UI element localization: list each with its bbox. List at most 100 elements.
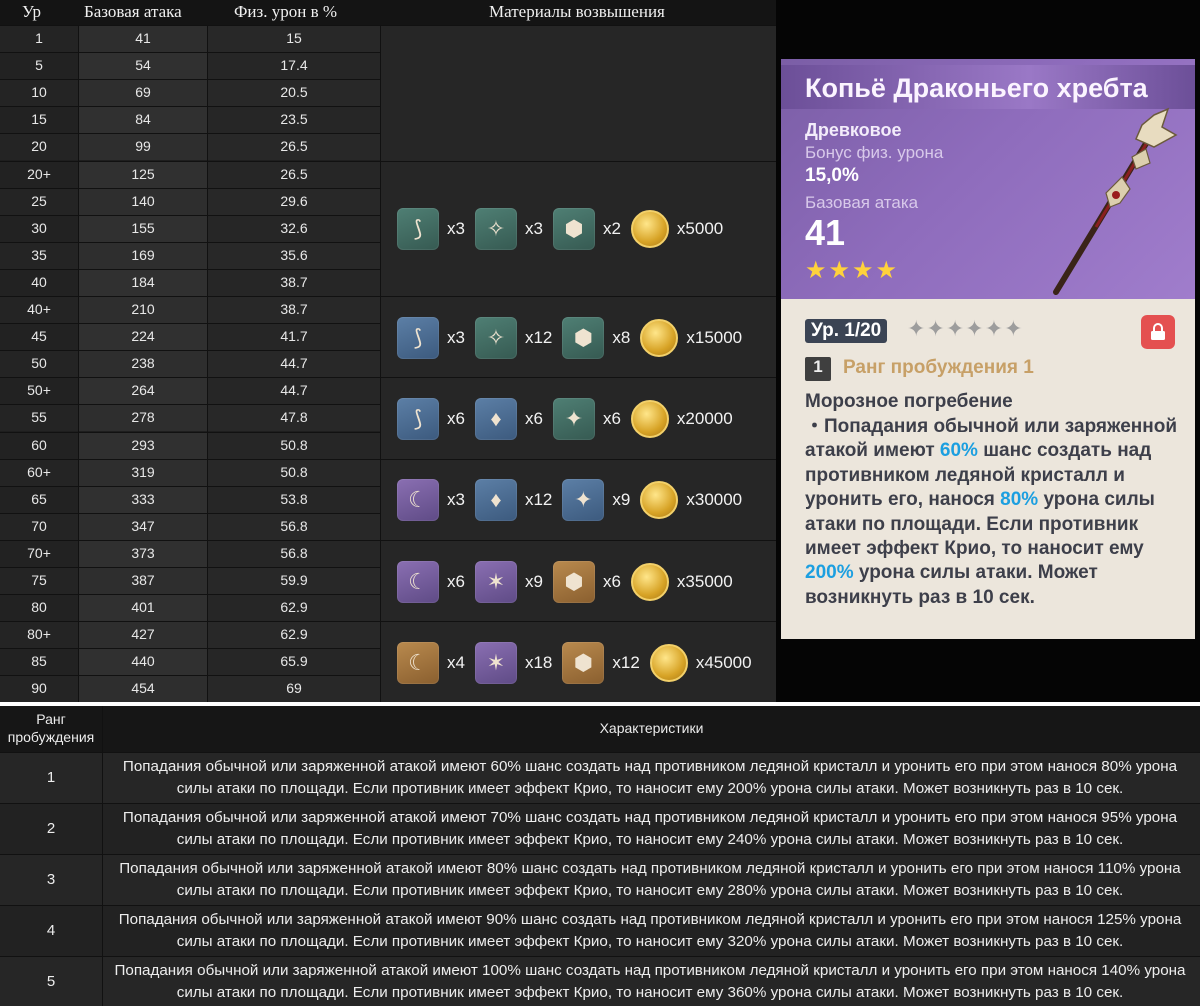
mora-coin-icon — [649, 643, 688, 682]
material-count: x12 — [524, 490, 553, 510]
base-atk-cell: 401 — [131, 599, 155, 616]
row-divider — [0, 323, 380, 325]
phys-dmg-cell: 41.7 — [280, 328, 308, 345]
phys-dmg-cell: 47.8 — [280, 409, 308, 426]
base-atk-cell: 125 — [131, 165, 155, 182]
phys-dmg-cell: 69 — [286, 680, 302, 697]
level-cell: 55 — [31, 409, 47, 426]
row-divider — [0, 648, 380, 650]
materials-block-empty — [381, 25, 776, 161]
column-divider — [78, 25, 79, 702]
row-divider — [0, 268, 380, 270]
substat-value: 15,0% — [805, 165, 859, 186]
row-divider — [0, 187, 380, 189]
level-cell: 20+ — [27, 165, 51, 182]
row-divider — [0, 25, 380, 26]
refinement-table-header: Ранг пробуждения Характеристики — [0, 706, 1200, 752]
row-divider — [0, 431, 380, 433]
phys-dmg-cell: 29.6 — [280, 192, 308, 209]
material-count: x6 — [602, 571, 621, 591]
lock-icon[interactable] — [1141, 315, 1175, 349]
row-divider — [0, 214, 380, 216]
base-atk-cell: 427 — [131, 626, 155, 643]
substat-label: Бонус физ. урона — [805, 143, 944, 162]
phys-dmg-cell: 59.9 — [280, 572, 308, 588]
refinement-table: Ранг пробуждения Характеристики 1 Попадан… — [0, 706, 1200, 1006]
level-cell: 20 — [31, 138, 47, 155]
level-cell: 90 — [31, 680, 47, 697]
horn-icon: ⟆ — [397, 397, 439, 440]
materials-block: ☾ x6 ✶ x9 ⬢ x6 x35000 — [381, 539, 776, 622]
level-cell: 10 — [31, 84, 47, 101]
row-divider — [0, 160, 380, 162]
base-atk-cell: 140 — [131, 192, 155, 209]
base-atk-cell: 84 — [135, 111, 151, 128]
phys-dmg-cell: 50.8 — [280, 436, 308, 453]
mora-count: x15000 — [686, 327, 743, 347]
phys-dmg-cell: 26.5 — [280, 138, 308, 155]
refinement-rank: 5 — [46, 973, 56, 990]
claw-icon: ☾ — [397, 641, 439, 684]
base-atk-cell: 155 — [131, 219, 155, 236]
row-divider — [0, 458, 380, 460]
mora-count: x35000 — [676, 571, 733, 591]
header-level: Ур — [22, 2, 42, 21]
refinement-rank: 2 — [46, 820, 56, 837]
level-cell: 75 — [31, 572, 47, 588]
level-cell: 80+ — [27, 626, 51, 643]
materials-strip: ⟆ x3 ✧ x3 ⬢ x2 x5000 — [397, 207, 733, 251]
spear-icon — [1053, 107, 1178, 295]
base-atk-cell: 69 — [135, 84, 151, 101]
phys-dmg-cell: 23.5 — [280, 111, 308, 128]
base-atk-cell: 387 — [131, 572, 155, 588]
weapon-card-header: Копьё Драконьего хребта Древковое Бонус … — [781, 59, 1195, 299]
level-cell: 30 — [31, 219, 47, 236]
phys-dmg-cell: 56.8 — [280, 517, 308, 534]
refinement-badge: 1 — [805, 357, 831, 381]
refinement-row: 5 Попадания обычной или заряженной атакой… — [0, 956, 1200, 1006]
pouch-icon: ♦ — [474, 479, 517, 522]
refinement-description: Попадания обычной или заряженной атакой … — [114, 962, 1186, 1001]
level-cell: 15 — [31, 111, 47, 128]
phys-dmg-cell: 35.6 — [280, 246, 308, 263]
phys-dmg-cell: 53.8 — [280, 490, 308, 507]
row-divider — [0, 106, 380, 108]
refinement-label: Ранг пробуждения 1 — [843, 357, 1034, 378]
base-atk-label: Базовая атака — [805, 193, 919, 212]
weapon-level: Ур. 1/20 — [805, 319, 888, 343]
row-divider — [0, 79, 380, 81]
base-atk-cell: 99 — [135, 138, 151, 155]
wand-icon: ✶ — [474, 641, 517, 684]
insignia-icon: ⬢ — [552, 208, 595, 251]
phys-dmg-cell: 62.9 — [280, 626, 308, 643]
passive-name: Морозное погребение — [805, 391, 1013, 412]
row-divider — [0, 241, 380, 243]
star-badge-icon: ✦ — [562, 479, 605, 522]
material-count: x6 — [447, 408, 465, 428]
mora-coin-icon — [630, 210, 669, 249]
phys-dmg-cell: 50.8 — [280, 463, 308, 480]
crystal-shard-icon: ✧ — [474, 316, 517, 359]
insignia-icon: ⬢ — [552, 560, 595, 603]
mora-coin-icon — [640, 318, 679, 357]
header-rank: Ранг пробуждения — [7, 711, 95, 745]
phys-dmg-cell: 15 — [286, 30, 302, 46]
level-cell: 5 — [35, 57, 43, 74]
phys-dmg-cell: 20.5 — [280, 84, 308, 101]
base-atk-cell: 278 — [131, 409, 155, 426]
crystal-shard-icon: ✧ — [474, 208, 517, 251]
material-count: x12 — [612, 652, 640, 672]
base-atk-cell: 373 — [131, 544, 155, 561]
material-count: x18 — [524, 652, 553, 672]
weapon-title: Копьё Драконьего хребта — [805, 73, 1148, 103]
row-divider — [0, 296, 380, 297]
material-count: x6 — [602, 408, 621, 428]
level-cell: 35 — [31, 246, 47, 263]
weapon-type: Древковое — [805, 120, 902, 140]
row-divider — [0, 567, 380, 568]
stats-table: Ур Базовая атака Физ. урон в % Материалы… — [0, 0, 776, 702]
base-atk-value: 41 — [805, 212, 846, 253]
material-count: x6 — [524, 408, 543, 428]
base-atk-cell: 293 — [131, 436, 155, 453]
phys-dmg-cell: 17.4 — [280, 57, 308, 74]
